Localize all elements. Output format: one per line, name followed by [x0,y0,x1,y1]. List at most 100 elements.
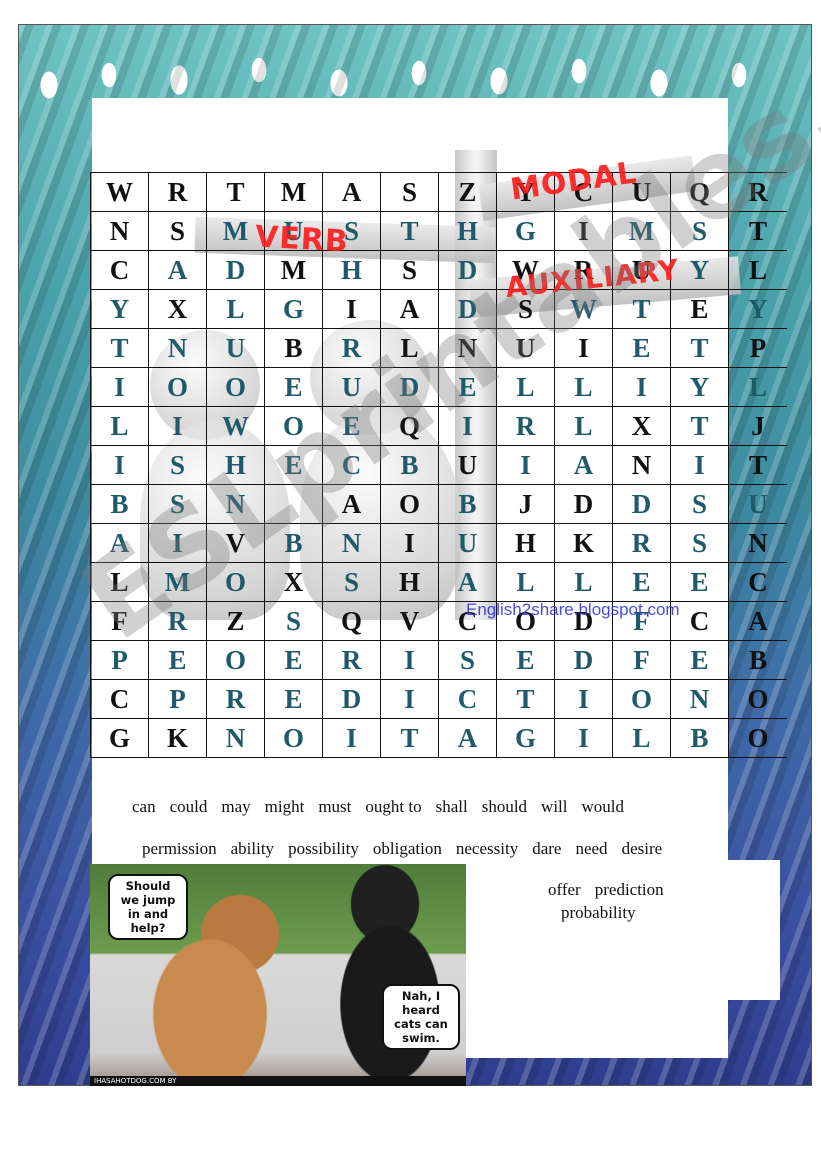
grid-cell[interactable]: B [265,329,323,368]
grid-cell[interactable]: N [207,485,265,524]
grid-cell[interactable]: A [323,173,381,212]
grid-cell[interactable]: A [439,719,497,758]
grid-cell[interactable]: I [323,719,381,758]
grid-cell[interactable]: R [149,602,207,641]
grid-cell[interactable]: H [381,563,439,602]
grid-cell[interactable]: A [439,563,497,602]
grid-cell[interactable]: I [91,368,149,407]
grid-cell[interactable]: O [207,563,265,602]
grid-cell[interactable]: P [729,329,787,368]
grid-cell[interactable]: L [729,368,787,407]
grid-cell[interactable]: S [671,524,729,563]
grid-cell[interactable]: G [497,719,555,758]
grid-cell[interactable]: W [207,407,265,446]
grid-cell[interactable]: I [555,719,613,758]
grid-cell[interactable]: T [729,446,787,485]
grid-cell[interactable]: Y [91,290,149,329]
grid-cell[interactable]: A [729,602,787,641]
grid-cell[interactable]: A [555,446,613,485]
grid-cell[interactable]: A [91,524,149,563]
grid-cell[interactable]: I [323,290,381,329]
grid-cell[interactable]: S [149,212,207,251]
grid-cell[interactable]: C [729,563,787,602]
grid-cell[interactable]: B [729,641,787,680]
grid-cell[interactable]: F [613,641,671,680]
grid-cell[interactable]: C [439,680,497,719]
grid-cell[interactable]: G [497,212,555,251]
grid-cell[interactable]: E [613,563,671,602]
grid-cell[interactable]: D [381,368,439,407]
grid-cell[interactable]: D [555,485,613,524]
grid-cell[interactable]: E [265,446,323,485]
grid-cell[interactable]: C [323,446,381,485]
grid-cell[interactable]: S [149,485,207,524]
grid-cell[interactable]: S [149,446,207,485]
grid-cell[interactable]: T [671,329,729,368]
grid-cell[interactable]: A [149,251,207,290]
grid-cell[interactable]: E [613,329,671,368]
grid-cell[interactable]: I [381,641,439,680]
grid-cell[interactable]: M [613,212,671,251]
grid-cell[interactable]: A [381,290,439,329]
grid-cell[interactable]: N [671,680,729,719]
grid-cell[interactable]: D [613,485,671,524]
grid-cell[interactable]: Q [671,173,729,212]
grid-cell[interactable]: B [265,524,323,563]
grid-cell[interactable]: L [91,563,149,602]
grid-cell[interactable]: Y [671,368,729,407]
grid-cell[interactable]: C [91,251,149,290]
grid-cell[interactable]: L [555,407,613,446]
grid-cell[interactable]: S [671,485,729,524]
grid-cell[interactable]: I [555,329,613,368]
grid-cell[interactable]: N [149,329,207,368]
grid-cell[interactable]: O [265,407,323,446]
grid-cell[interactable]: N [323,524,381,563]
grid-cell[interactable]: E [149,641,207,680]
grid-cell[interactable]: T [613,290,671,329]
grid-cell[interactable]: S [439,641,497,680]
grid-cell[interactable]: A [323,485,381,524]
grid-cell[interactable]: P [91,641,149,680]
grid-cell[interactable]: R [323,329,381,368]
grid-cell[interactable]: S [671,212,729,251]
grid-cell[interactable] [265,485,323,524]
grid-cell[interactable]: G [91,719,149,758]
grid-cell[interactable]: S [381,251,439,290]
grid-cell[interactable]: K [149,719,207,758]
grid-cell[interactable]: I [381,524,439,563]
grid-cell[interactable]: E [671,290,729,329]
grid-cell[interactable]: T [207,173,265,212]
grid-cell[interactable]: T [381,719,439,758]
grid-cell[interactable]: I [613,368,671,407]
grid-cell[interactable]: S [381,173,439,212]
grid-cell[interactable]: N [207,719,265,758]
grid-cell[interactable]: L [381,329,439,368]
grid-cell[interactable]: P [149,680,207,719]
grid-cell[interactable]: Q [323,602,381,641]
grid-cell[interactable]: E [439,368,497,407]
grid-cell[interactable]: C [91,680,149,719]
grid-cell[interactable]: D [439,251,497,290]
grid-cell[interactable]: O [729,719,787,758]
grid-cell[interactable]: O [729,680,787,719]
grid-cell[interactable]: U [497,329,555,368]
grid-cell[interactable]: N [439,329,497,368]
grid-cell[interactable]: F [91,602,149,641]
grid-cell[interactable]: L [91,407,149,446]
grid-cell[interactable]: D [439,290,497,329]
grid-cell[interactable]: O [149,368,207,407]
grid-cell[interactable]: I [555,680,613,719]
grid-cell[interactable]: U [439,446,497,485]
grid-cell[interactable]: L [497,368,555,407]
grid-cell[interactable]: L [497,563,555,602]
grid-cell[interactable]: I [497,446,555,485]
grid-cell[interactable]: N [729,524,787,563]
grid-cell[interactable]: N [91,212,149,251]
grid-cell[interactable]: V [381,602,439,641]
grid-cell[interactable]: U [729,485,787,524]
grid-cell[interactable]: X [149,290,207,329]
grid-cell[interactable]: U [207,329,265,368]
grid-cell[interactable]: L [207,290,265,329]
grid-cell[interactable]: V [207,524,265,563]
grid-cell[interactable]: I [381,680,439,719]
